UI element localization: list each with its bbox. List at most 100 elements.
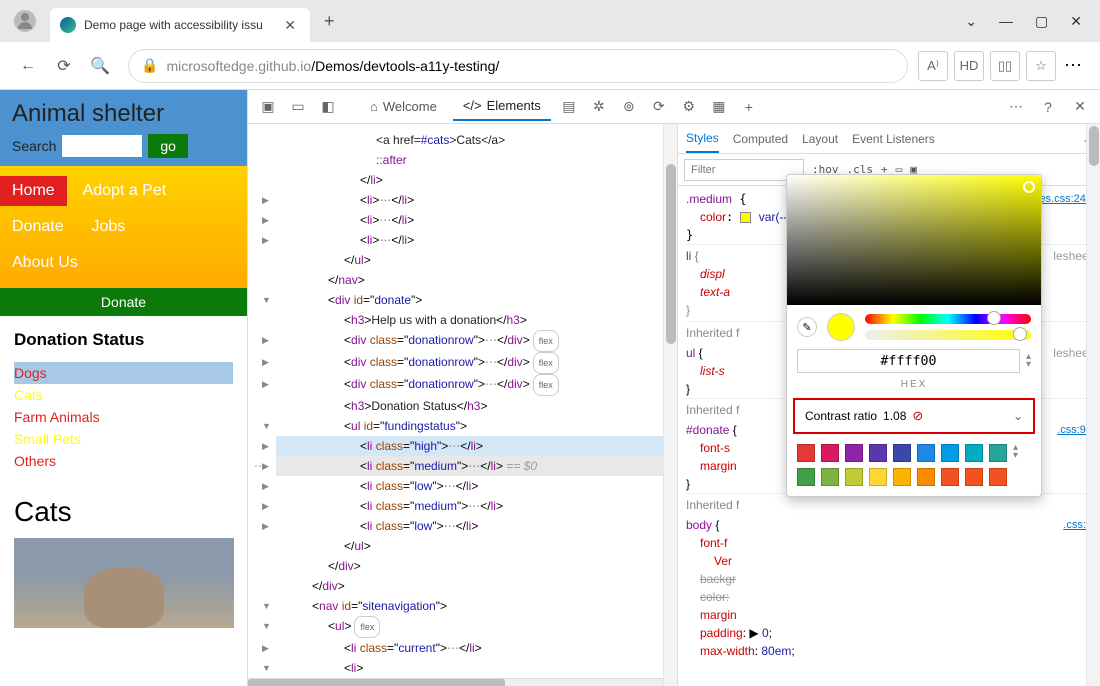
expand-icon[interactable]: ▶ [262,190,269,210]
expand-icon[interactable]: ▶ [262,210,269,230]
expand-icon[interactable]: ▶ [262,230,269,250]
palette-swatch[interactable] [941,444,959,462]
nav-adopt[interactable]: Adopt a Pet [71,176,179,206]
flex-badge[interactable]: flex [354,616,380,638]
alpha-slider[interactable] [865,330,1031,340]
device-icon[interactable]: ▭ [286,95,310,119]
tab-elements[interactable]: </>Elements [453,92,551,121]
collapse-icon[interactable]: ▼ [262,290,271,310]
list-item[interactable]: Farm Animals [14,406,233,428]
eyedropper-icon[interactable]: ✎ [797,317,817,337]
palette-swatch[interactable] [965,468,983,486]
sources-icon[interactable]: ✲ [587,95,611,119]
palette-swatch[interactable] [797,444,815,462]
palette-swatch[interactable] [917,468,935,486]
go-button[interactable]: go [148,134,188,158]
flex-badge[interactable]: flex [533,374,559,396]
palette-swatch[interactable] [797,468,815,486]
palette-swatch[interactable] [869,444,887,462]
hue-slider[interactable] [865,314,1031,324]
more-tabs-icon[interactable]: + [737,95,761,119]
expand-icon[interactable]: ▶ [262,456,269,476]
hd-icon[interactable]: HD [954,51,984,81]
collections-icon[interactable]: ▯▯ [990,51,1020,81]
window-dropdown-icon[interactable]: ⌄ [965,13,977,30]
list-item[interactable]: Cats [14,384,233,406]
tab-event-listeners[interactable]: Event Listeners [852,126,935,152]
console-icon[interactable]: ▤ [557,95,581,119]
expand-icon[interactable]: ▶ [262,436,269,456]
nav-jobs[interactable]: Jobs [79,212,137,242]
more-menu-icon[interactable]: ⋯ [1056,55,1090,76]
color-swatch[interactable] [740,212,751,223]
hex-input[interactable] [797,349,1020,373]
list-item[interactable]: Dogs [14,362,233,384]
nav-donate[interactable]: Donate [0,212,76,242]
palette-swatch[interactable] [965,444,983,462]
collapse-icon[interactable]: ▼ [262,416,271,436]
donate-bar[interactable]: Donate [0,288,247,316]
flex-badge[interactable]: flex [533,330,559,352]
palette-swatch[interactable] [893,468,911,486]
palette-swatch[interactable] [989,468,1007,486]
horizontal-scrollbar[interactable] [248,678,677,686]
flex-badge[interactable]: flex [533,352,559,374]
collapse-icon[interactable]: ▼ [262,616,271,636]
back-button[interactable]: ← [10,48,46,84]
palette-toggle-icon[interactable]: ▴▾ [1013,444,1027,462]
minimize-button[interactable]: — [999,13,1013,30]
application-icon[interactable]: ▦ [707,95,731,119]
palette-swatch[interactable] [821,468,839,486]
tab-computed[interactable]: Computed [733,126,788,152]
list-item[interactable]: Small Pets [14,428,233,450]
palette-swatch[interactable] [893,444,911,462]
refresh-button[interactable]: ⟳ [46,48,82,84]
dock-icon[interactable]: ◧ [316,95,340,119]
tab-close-icon[interactable]: ✕ [280,17,300,34]
profile-icon[interactable] [14,10,36,32]
tab-welcome[interactable]: ⌂Welcome [360,93,447,120]
list-item[interactable]: Others [14,450,233,472]
inspect-icon[interactable]: ▣ [256,95,280,119]
palette-swatch[interactable] [845,468,863,486]
vertical-scrollbar[interactable] [1086,124,1100,686]
expand-icon[interactable]: ▶ [262,476,269,496]
format-toggle-icon[interactable]: ▴▾ [1026,353,1031,369]
nav-home[interactable]: Home [0,176,67,206]
saturation-value-field[interactable] [787,175,1041,305]
memory-icon[interactable]: ⚙ [677,95,701,119]
address-bar[interactable]: 🔒 microsoftedge.github.io/Demos/devtools… [128,49,908,83]
tab-layout[interactable]: Layout [802,126,838,152]
expand-icon[interactable]: ▶ [262,374,269,394]
expand-icon[interactable]: ▶ [262,352,269,372]
help-icon[interactable]: ? [1036,95,1060,119]
read-aloud-icon[interactable]: A⁾ [918,51,948,81]
palette-swatch[interactable] [941,468,959,486]
close-button[interactable]: ✕ [1070,13,1082,30]
browser-tab[interactable]: Demo page with accessibility issu ✕ [50,8,310,42]
devtools-more-icon[interactable]: ⋯ [1004,95,1028,119]
expand-icon[interactable]: ▶ [262,638,269,658]
contrast-ratio-row[interactable]: Contrast ratio 1.08 ⊘ ⌄ [793,398,1035,434]
network-icon[interactable]: ⊚ [617,95,641,119]
favorite-icon[interactable]: ☆ [1026,51,1056,81]
palette-swatch[interactable] [989,444,1007,462]
devtools-close-icon[interactable]: ✕ [1068,95,1092,119]
palette-swatch[interactable] [917,444,935,462]
expand-icon[interactable]: ▶ [262,496,269,516]
palette-swatch[interactable] [869,468,887,486]
palette-swatch[interactable] [821,444,839,462]
expand-icon[interactable]: ▶ [262,516,269,536]
maximize-button[interactable]: ▢ [1035,13,1048,30]
search-input[interactable] [62,135,142,157]
new-tab-button[interactable]: + [310,11,349,32]
performance-icon[interactable]: ⟳ [647,95,671,119]
vertical-scrollbar[interactable] [663,124,677,686]
collapse-icon[interactable]: ▼ [262,596,271,616]
collapse-icon[interactable]: ▼ [262,658,271,678]
search-icon[interactable]: 🔍 [82,48,118,84]
tab-styles[interactable]: Styles [686,125,719,153]
palette-swatch[interactable] [845,444,863,462]
nav-about[interactable]: About Us [0,248,90,278]
expand-icon[interactable]: ▶ [262,330,269,350]
